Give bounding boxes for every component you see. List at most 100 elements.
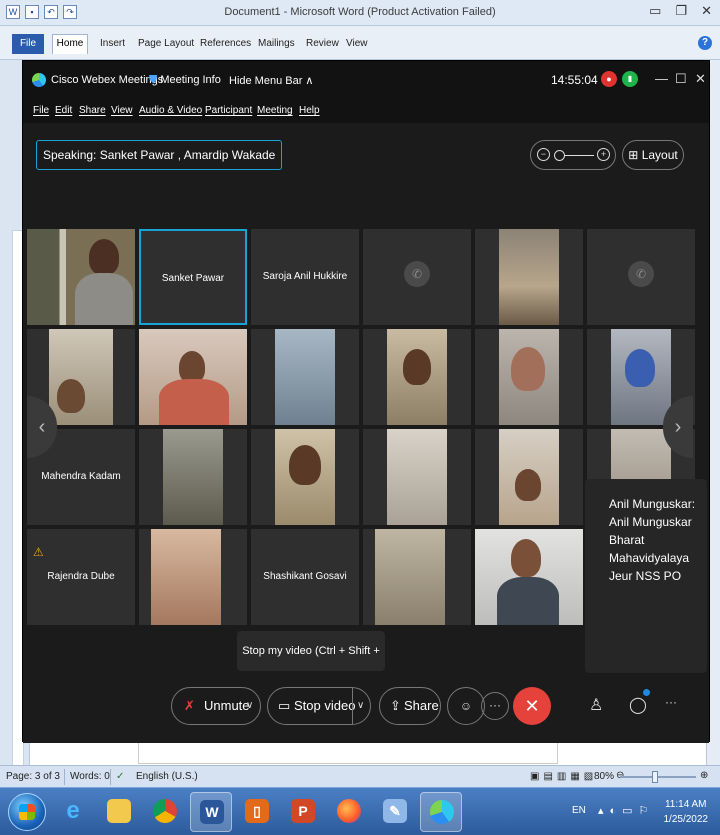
- taskbar-explorer[interactable]: [98, 792, 140, 832]
- hide-menu-bar-button[interactable]: Hide Menu Bar ∧: [229, 74, 313, 87]
- share-button[interactable]: ⇪ Share: [379, 687, 441, 725]
- word-status-bar: Page: 3 of 3 Words: 0 ✓ English (U.S.) ▣…: [0, 765, 720, 787]
- tab-mailings[interactable]: Mailings: [258, 38, 295, 49]
- video-tile[interactable]: [363, 329, 471, 425]
- taskbar-word[interactable]: W: [190, 792, 232, 832]
- video-tile[interactable]: ✆: [587, 229, 695, 325]
- close-icon[interactable]: ✕: [701, 3, 712, 19]
- tab-review[interactable]: Review: [306, 38, 339, 49]
- zoom-knob[interactable]: [554, 150, 565, 161]
- participant-face: [89, 239, 119, 275]
- tray-icons[interactable]: ▴◐▭⚐: [598, 804, 654, 817]
- video-tile[interactable]: ⚠ Rajendra Dube: [27, 529, 135, 625]
- zoom-out-icon[interactable]: −: [537, 148, 550, 161]
- minimize-icon[interactable]: ▭: [649, 3, 661, 19]
- status-words[interactable]: Words: 0: [70, 771, 110, 782]
- participant-body: [75, 273, 133, 325]
- minimize-icon[interactable]: —: [655, 71, 668, 86]
- more-options-button[interactable]: ···: [481, 692, 509, 720]
- status-page[interactable]: Page: 3 of 3: [6, 771, 60, 782]
- taskbar-outlook[interactable]: ▯: [236, 792, 278, 832]
- video-feed: [49, 329, 113, 425]
- video-tile[interactable]: [139, 329, 247, 425]
- chat-icon[interactable]: ◯: [629, 695, 647, 715]
- participant-name: Sanket Pawar: [161, 273, 225, 284]
- tab-view[interactable]: View: [346, 38, 368, 49]
- video-tile[interactable]: [27, 229, 135, 325]
- tab-file[interactable]: File: [12, 34, 44, 54]
- tab-references[interactable]: References: [200, 38, 251, 49]
- connection-icon[interactable]: ▮: [622, 71, 638, 87]
- chevron-down-icon[interactable]: ∨: [357, 688, 364, 724]
- status-language[interactable]: English (U.S.): [136, 771, 198, 782]
- participants-icon[interactable]: ♙: [589, 695, 603, 715]
- video-tile[interactable]: [475, 429, 583, 525]
- taskbar-paint[interactable]: ✎: [374, 792, 416, 832]
- menu-edit[interactable]: Edit: [55, 105, 72, 116]
- share-label: Share: [404, 698, 439, 713]
- chat-notification[interactable]: Anil Munguskar: Anil Munguskar Bharat Ma…: [585, 479, 707, 673]
- proofing-icon[interactable]: ✓: [116, 771, 124, 782]
- video-tile[interactable]: [251, 329, 359, 425]
- taskbar-firefox[interactable]: [328, 792, 370, 832]
- end-meeting-button[interactable]: ✕: [513, 687, 551, 725]
- tab-insert[interactable]: Insert: [100, 38, 125, 49]
- menu-help[interactable]: Help: [299, 105, 320, 116]
- video-tile[interactable]: [475, 229, 583, 325]
- zoom-in-icon[interactable]: ⊕: [700, 770, 708, 781]
- taskbar-powerpoint[interactable]: P: [282, 792, 324, 832]
- zoom-in-icon[interactable]: +: [597, 148, 610, 161]
- view-buttons-icon[interactable]: ▣▤▥▦▧: [530, 771, 597, 782]
- folder-icon: [107, 799, 131, 823]
- taskbar-ie[interactable]: e: [52, 792, 94, 832]
- language-indicator[interactable]: EN: [572, 805, 586, 816]
- video-tile[interactable]: [363, 429, 471, 525]
- video-tile[interactable]: [139, 429, 247, 525]
- close-icon[interactable]: ✕: [695, 71, 706, 87]
- video-feed: [387, 429, 447, 525]
- tab-home[interactable]: Home: [52, 34, 88, 54]
- zoom-slider-thumb[interactable]: [652, 771, 658, 783]
- video-tile[interactable]: Shashikant Gosavi: [251, 529, 359, 625]
- layout-button[interactable]: ⊞ Layout: [622, 140, 684, 170]
- time: 11:14 AM: [664, 799, 707, 810]
- reactions-button[interactable]: ☺: [447, 687, 485, 725]
- video-tile[interactable]: ✆: [363, 229, 471, 325]
- zoom-slider[interactable]: [620, 776, 696, 778]
- video-tile[interactable]: Saroja Anil Hukkire: [251, 229, 359, 325]
- stop-video-tooltip: Stop my video (Ctrl + Shift + V): [237, 631, 385, 697]
- unmute-button[interactable]: ✗ Unmute ∨: [171, 687, 261, 725]
- video-zoom-control[interactable]: − +: [530, 140, 616, 170]
- video-tile-active[interactable]: Sanket Pawar: [139, 229, 247, 325]
- video-tile[interactable]: [475, 529, 583, 625]
- menu-file[interactable]: File: [33, 105, 49, 116]
- restore-icon[interactable]: ❐: [675, 3, 687, 19]
- stop-video-label: Stop video: [294, 698, 356, 713]
- menu-participant[interactable]: Participant: [205, 105, 252, 116]
- taskbar-webex[interactable]: [420, 792, 462, 832]
- tab-page-layout[interactable]: Page Layout: [138, 38, 194, 49]
- menu-view[interactable]: View: [111, 105, 133, 116]
- video-feed: [151, 529, 221, 625]
- maximize-icon[interactable]: ☐: [675, 71, 687, 87]
- video-tile[interactable]: [475, 329, 583, 425]
- menu-audio-video[interactable]: Audio & Video: [139, 105, 202, 116]
- more-icon[interactable]: ···: [665, 695, 677, 709]
- menu-share[interactable]: Share: [79, 105, 106, 116]
- shield-icon: ⛊: [149, 74, 158, 86]
- video-tile[interactable]: [363, 529, 471, 625]
- stop-video-button[interactable]: ▭ Stop video ∨: [267, 687, 371, 725]
- meeting-info-button[interactable]: ⛊ Meeting Info: [149, 74, 221, 87]
- taskbar-chrome[interactable]: [144, 792, 186, 832]
- menu-meeting[interactable]: Meeting: [257, 105, 293, 116]
- zoom-level[interactable]: 80%: [594, 771, 614, 782]
- document-page[interactable]: [138, 740, 558, 764]
- divider: [352, 688, 353, 724]
- chevron-down-icon[interactable]: ∨: [246, 688, 253, 724]
- video-tile[interactable]: [139, 529, 247, 625]
- start-button[interactable]: [8, 793, 46, 831]
- clock[interactable]: 11:14 AM 1/25/2022: [664, 797, 709, 827]
- recording-icon[interactable]: ●: [601, 71, 617, 87]
- help-icon[interactable]: ?: [698, 36, 712, 50]
- video-tile[interactable]: [251, 429, 359, 525]
